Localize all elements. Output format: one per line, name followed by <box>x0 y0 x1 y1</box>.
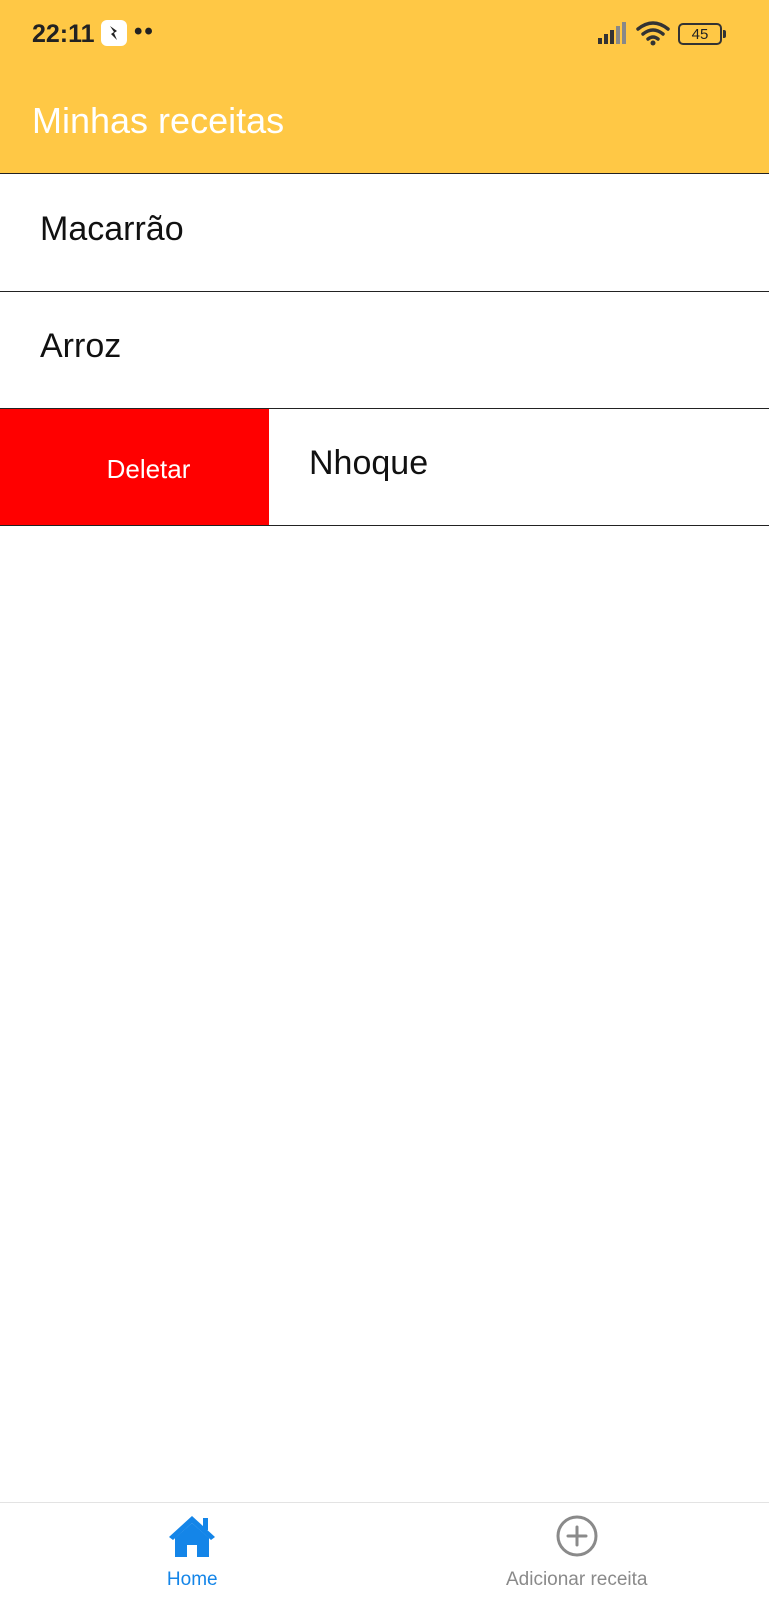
status-bar: 22:11 •• 45 <box>0 0 769 70</box>
page-title: Minhas receitas <box>32 100 285 141</box>
battery-indicator: 45 <box>678 23 726 45</box>
tab-add-recipe[interactable]: Adicionar receita <box>385 1503 769 1600</box>
header: 22:11 •• 45 Minhas receitas <box>0 0 769 174</box>
bottom-tab-bar: Home Adicionar receita <box>0 1502 769 1600</box>
notification-icon <box>101 20 127 46</box>
home-icon <box>167 1511 217 1561</box>
recipe-list: Macarrão Arroz Deletar Nhoque <box>0 175 769 526</box>
tab-home[interactable]: Home <box>0 1503 385 1600</box>
status-time: 22:11 <box>32 20 95 48</box>
recipe-row-swiped[interactable]: Deletar Nhoque <box>0 409 769 526</box>
tab-add-recipe-label: Adicionar receita <box>505 1569 648 1590</box>
recipe-name: Arroz <box>40 327 122 365</box>
tab-home-label: Home <box>166 1569 218 1590</box>
delete-label: Deletar <box>106 453 191 484</box>
recipe-row[interactable]: Macarrão <box>0 175 769 292</box>
recipe-row[interactable]: Arroz <box>0 292 769 409</box>
recipe-name: Nhoque <box>309 444 429 482</box>
wifi-icon <box>636 20 670 51</box>
recipe-row-content[interactable]: Nhoque <box>269 409 769 525</box>
signal-icon <box>598 22 628 49</box>
recipe-name: Macarrão <box>40 210 184 248</box>
status-more-notifications: •• <box>134 18 155 45</box>
delete-button[interactable]: Deletar <box>0 409 269 525</box>
app-screen: 22:11 •• 45 Minhas receitas Macarrão Arr… <box>0 0 769 1600</box>
add-circle-icon <box>552 1511 602 1561</box>
